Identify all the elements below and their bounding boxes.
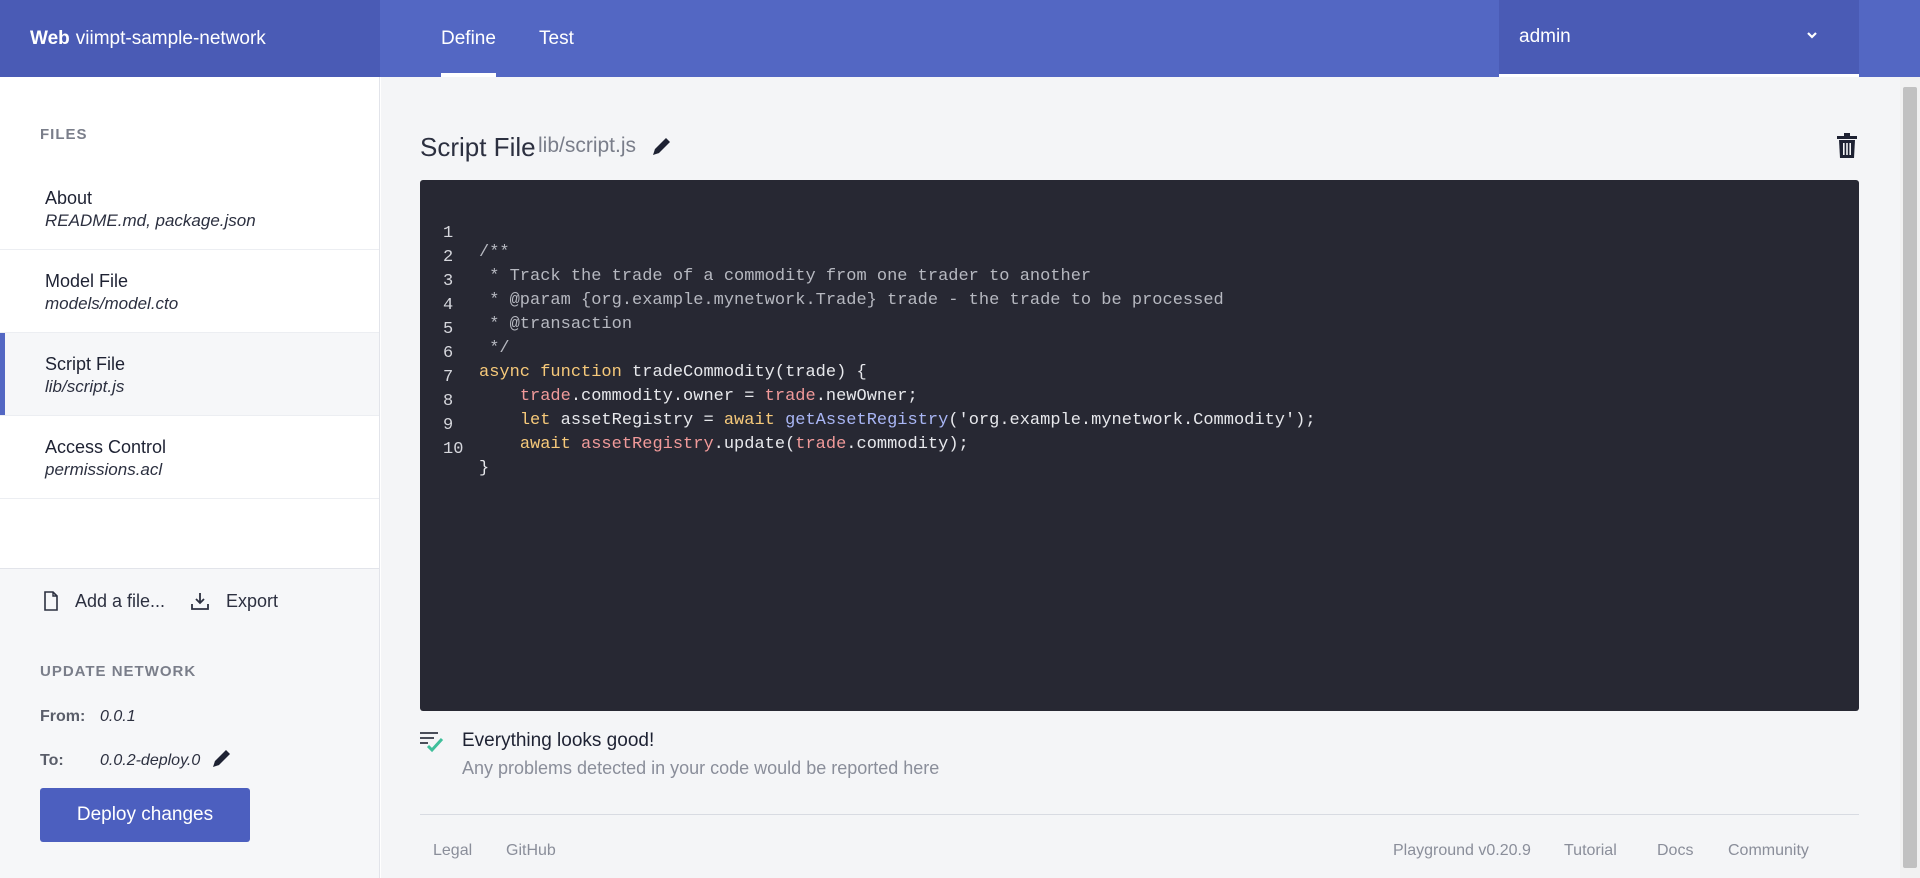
code-token: await [519, 435, 571, 454]
code-line: 2 * Track the trade of a commodity from … [420, 229, 1091, 286]
code-token: .commodity.owner = [570, 387, 765, 406]
file-item-model[interactable]: Model File models/model.cto [0, 250, 379, 333]
from-label: From: [40, 708, 86, 725]
footer-link-github[interactable]: GitHub [506, 842, 556, 860]
file-subtitle: permissions.acl [45, 460, 163, 479]
export-label: Export [226, 590, 279, 611]
code-token: tradeCommodity(trade) { [632, 363, 867, 382]
footer-link-tutorial[interactable]: Tutorial [1564, 842, 1617, 860]
file-item-script[interactable]: Script File lib/script.js [0, 333, 379, 416]
page-scrollbar[interactable] [1900, 77, 1920, 878]
status-message: Any problems detected in your code would… [462, 758, 940, 778]
code-line: 1 /** [420, 205, 510, 262]
code-text: } [479, 459, 490, 478]
code-line: 8 let assetRegistry = await getAssetRegi… [420, 373, 1316, 430]
page-title: Script File [420, 132, 536, 162]
app-root: Web viimpt-sample-network Define Test ad… [0, 0, 1920, 878]
code-token: assetRegistry = [550, 411, 724, 430]
file-subtitle: lib/script.js [45, 377, 125, 396]
footer-link-community[interactable]: Community [1728, 842, 1809, 860]
code-line: 6 async function tradeCommodity(trade) { [420, 325, 867, 382]
status-title: Everything looks good! [462, 730, 655, 751]
code-text: * @transaction [479, 315, 633, 334]
files-heading: FILES [40, 126, 88, 143]
code-text: trade.commodity.owner = trade.newOwner; [479, 387, 918, 406]
code-text: await assetRegistry.update(trade.commodi… [479, 435, 969, 454]
update-network-heading: UPDATE NETWORK [40, 663, 197, 680]
tab-test[interactable]: Test [539, 0, 574, 77]
footer-divider [420, 814, 1859, 815]
export-button[interactable]: Export [190, 569, 278, 633]
check-list-icon [420, 732, 444, 753]
file-path: lib/script.js [538, 134, 637, 157]
network-name: viimpt-sample-network [75, 27, 266, 49]
code-text: async function tradeCommodity(trade) { [479, 363, 867, 382]
deploy-changes-button[interactable]: Deploy changes [40, 788, 250, 842]
update-network-panel: UPDATE NETWORK From: 0.0.1 To: 0.0.2-dep… [0, 633, 379, 878]
add-file-button[interactable]: Add a file... [43, 569, 165, 633]
code-token: await [723, 411, 775, 430]
footer-link-playground-version[interactable]: Playground v0.20.9 [1393, 842, 1531, 860]
trash-icon[interactable] [1836, 133, 1858, 159]
code-line: 7 trade.commodity.owner = trade.newOwner… [420, 349, 918, 406]
code-line: 5 */ [420, 301, 510, 358]
top-bar: Web viimpt-sample-network Define Test ad… [0, 0, 1920, 77]
code-text: let assetRegistry = await getAssetRegist… [479, 411, 1316, 430]
file-title: Script File [45, 354, 126, 374]
to-version: 0.0.2-deploy.0 [100, 752, 201, 769]
sidebar: FILES About README.md, package.json Mode… [0, 77, 380, 878]
identity-select[interactable]: admin [1499, 0, 1859, 77]
footer-link-legal[interactable]: Legal [433, 842, 472, 860]
to-label: To: [40, 752, 64, 769]
brand-prefix: Web [30, 27, 70, 49]
code-line: 4 * @transaction [420, 277, 632, 334]
code-token: .update( [713, 435, 796, 454]
code-token: .commodity); [846, 435, 969, 454]
file-title: Model File [45, 271, 129, 291]
file-title: About [45, 188, 93, 208]
edit-filename-pencil-icon[interactable] [651, 135, 673, 157]
tab-define[interactable]: Define [441, 0, 496, 77]
scrollbar-thumb[interactable] [1903, 87, 1917, 868]
code-token: getAssetRegistry [785, 411, 949, 430]
add-file-label: Add a file... [75, 590, 166, 611]
file-icon [44, 591, 58, 611]
code-text: * @param {org.example.mynetwork.Trade} t… [479, 291, 1224, 310]
from-version: 0.0.1 [100, 708, 136, 725]
code-line: 9 await assetRegistry.update(trade.commo… [420, 397, 969, 454]
brand: Web viimpt-sample-network [0, 0, 380, 77]
code-token: function [540, 363, 622, 382]
edit-version-pencil-icon[interactable] [211, 747, 233, 769]
code-editor[interactable]: 1 /** 2 * Track the trade of a commodity… [420, 180, 1859, 711]
code-token: ('org.example.mynetwork.Commodity'); [948, 411, 1316, 430]
file-actions: Add a file... Export [0, 568, 379, 634]
file-item-about[interactable]: About README.md, package.json [0, 167, 379, 250]
code-token: .newOwner; [815, 387, 918, 406]
main-panel: Script File lib/script.js 1 /** 2 * Trac… [381, 77, 1900, 878]
file-title: Access Control [45, 437, 167, 457]
chevron-down-icon [1807, 32, 1817, 39]
download-icon [191, 593, 209, 610]
line-number: 10 [443, 440, 464, 459]
code-line: 10 } [420, 421, 502, 478]
code-token: let [519, 411, 551, 430]
file-item-access-control[interactable]: Access Control permissions.acl [0, 416, 379, 499]
file-subtitle: README.md, package.json [45, 211, 256, 230]
identity-name: admin [1519, 26, 1571, 47]
footer-link-docs[interactable]: Docs [1657, 842, 1693, 860]
code-token: assetRegistry [581, 435, 714, 454]
code-text: * Track the trade of a commodity from on… [479, 267, 1092, 286]
code-token: trade [519, 387, 571, 406]
code-token: trade [795, 435, 847, 454]
file-subtitle: models/model.cto [45, 294, 179, 313]
code-line: 3 * @param {org.example.mynetwork.Trade}… [420, 253, 1224, 310]
code-token: trade [764, 387, 816, 406]
